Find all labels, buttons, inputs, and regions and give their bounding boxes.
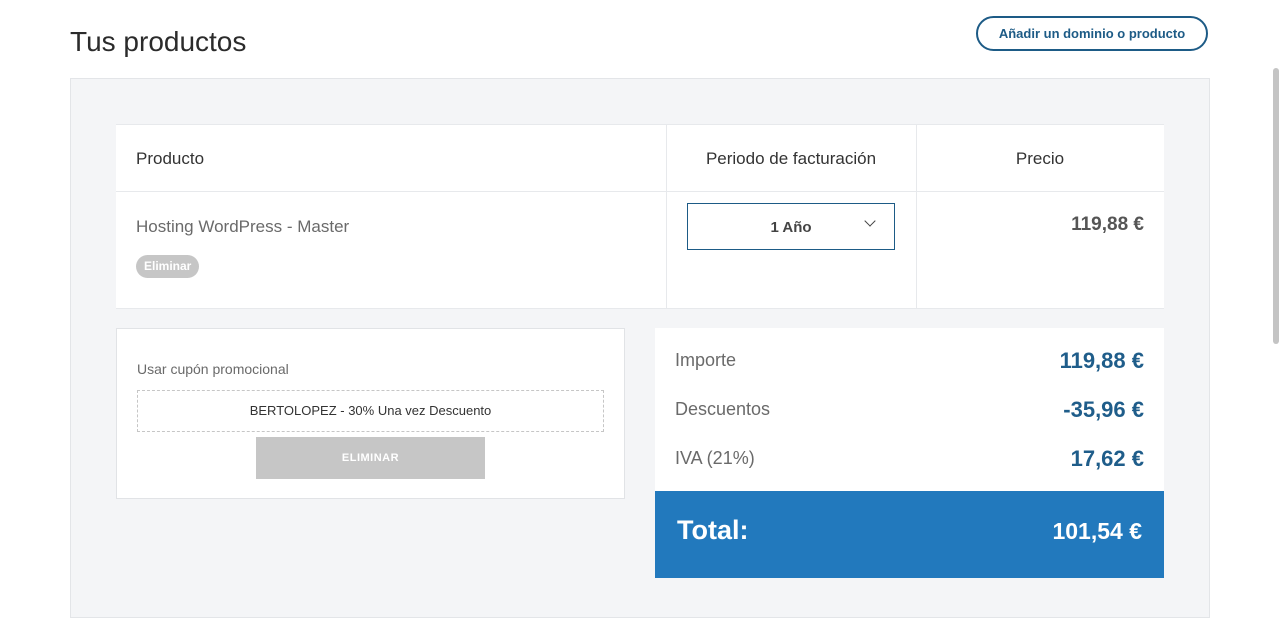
column-header-billing-period: Periodo de facturación: [705, 149, 877, 168]
vat-value: 17,62 €: [1070, 446, 1144, 471]
total-bar: Total: 101,54 €: [655, 491, 1164, 578]
coupon-label: Usar cupón promocional: [137, 361, 289, 377]
column-header-price: Precio: [1015, 149, 1065, 168]
column-header-product: Producto: [136, 149, 205, 168]
billing-period-value: 1 Año: [770, 219, 812, 236]
discount-label: Descuentos: [675, 399, 771, 419]
coupon-box: Usar cupón promocional BERTOLOPEZ - 30% …: [116, 328, 625, 499]
applied-coupon-code: BERTOLOPEZ - 30% Una vez Descuento: [137, 390, 604, 432]
order-summary: Importe 119,88 € Descuentos -35,96 € IVA…: [655, 328, 1164, 491]
subtotal-label: Importe: [675, 350, 737, 370]
subtotal-value: 119,88 €: [1059, 348, 1144, 373]
vat-label: IVA (21%): [675, 448, 755, 468]
add-domain-or-product-button[interactable]: Añadir un dominio o producto: [976, 16, 1208, 51]
discount-value: -35,96 €: [1063, 397, 1144, 422]
product-price: 119,88 €: [1071, 214, 1144, 235]
page-scrollbar[interactable]: [1273, 68, 1279, 344]
remove-product-button[interactable]: Eliminar: [136, 255, 200, 278]
header-row-divider: [116, 191, 1164, 192]
page-title: Tus productos: [70, 26, 247, 57]
total-value: 101,54 €: [1052, 518, 1142, 544]
products-table: Producto Periodo de facturación Precio H…: [116, 124, 1164, 309]
remove-coupon-button[interactable]: ELIMINAR: [256, 437, 485, 479]
billing-period-select[interactable]: 1 Año: [687, 203, 895, 250]
total-label: Total:: [677, 515, 749, 545]
product-name: Hosting WordPress - Master: [136, 217, 350, 236]
